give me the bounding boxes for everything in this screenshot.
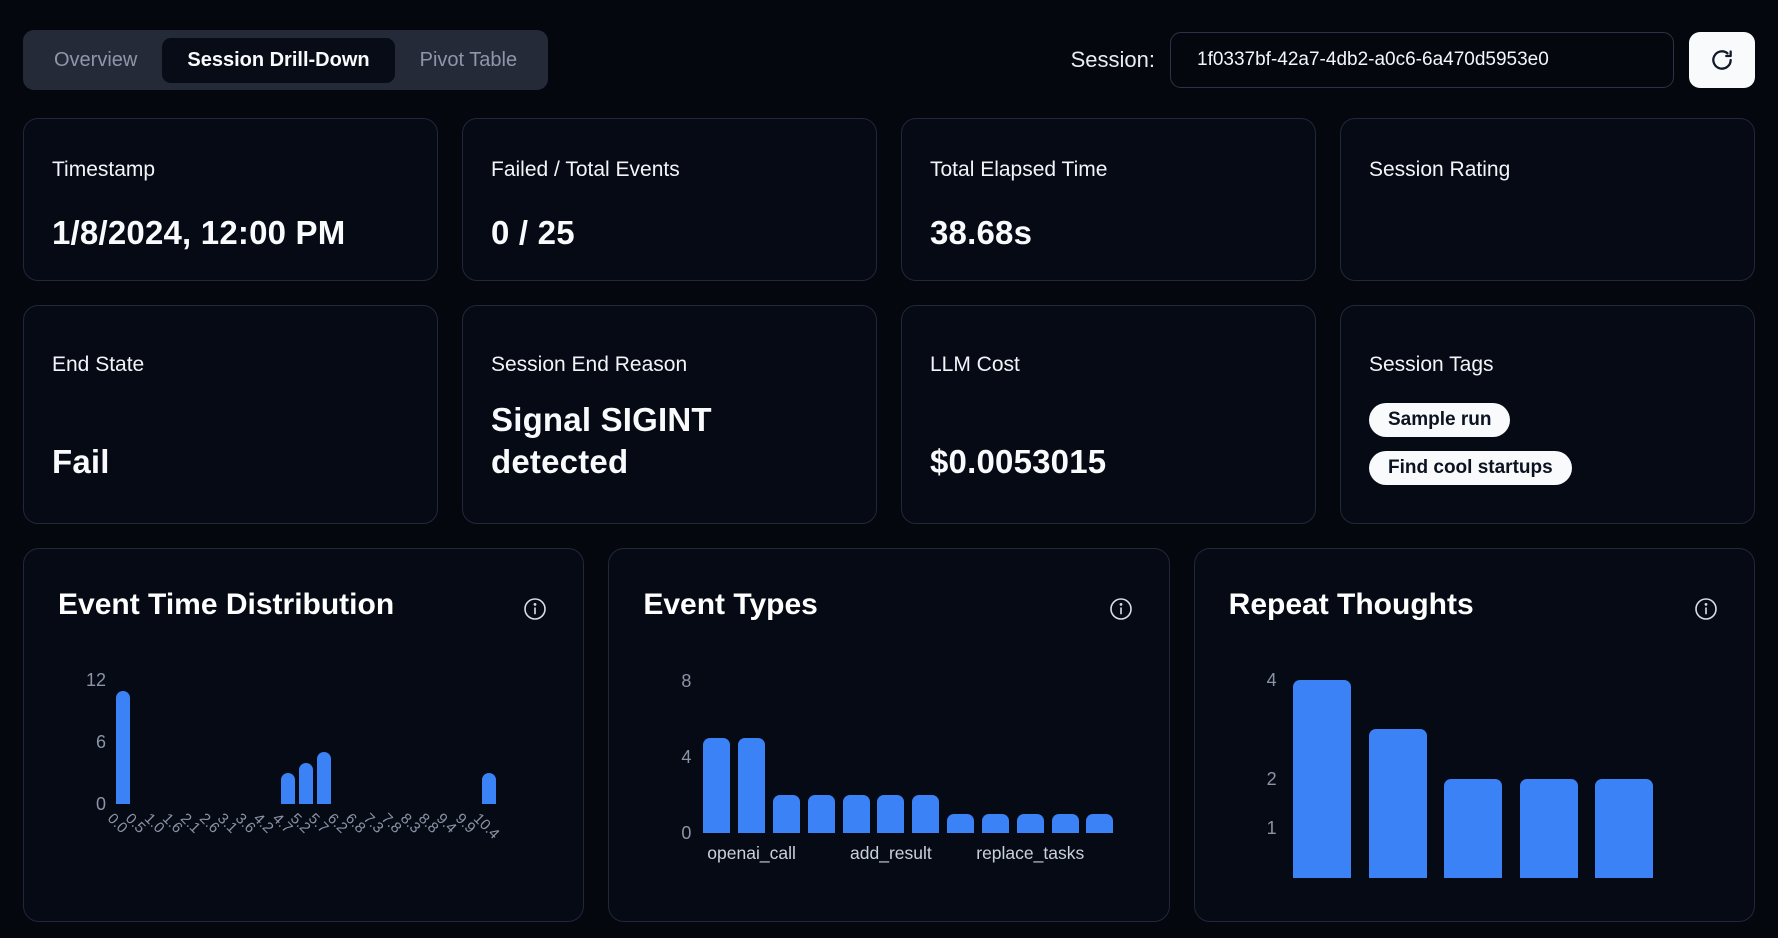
bar	[482, 773, 496, 804]
stat-card-value: Fail	[52, 441, 409, 483]
y-axis-tick-label: 2	[1231, 769, 1277, 789]
chart-card-repeat-thoughts: Repeat Thoughts 1 2 4	[1194, 548, 1755, 922]
chart-plot-area: 124	[1285, 665, 1662, 938]
session-picker: Session:	[1071, 32, 1755, 88]
stat-card-label: Session Tags	[1369, 352, 1726, 377]
stat-card-failed-total-events: Failed / Total Events 0 / 25	[462, 118, 877, 281]
stat-card-label: Failed / Total Events	[491, 157, 848, 182]
y-axis-tick-label: 0	[645, 823, 691, 843]
stat-card-session-rating: Session Rating	[1340, 118, 1755, 281]
bar	[317, 752, 331, 804]
stat-card-total-elapsed-time: Total Elapsed Time 38.68s	[901, 118, 1316, 281]
stat-card-label: End State	[52, 352, 409, 377]
y-axis-tick-label: 6	[60, 732, 106, 752]
bar	[1595, 779, 1653, 878]
y-axis-tick-label: 4	[645, 747, 691, 767]
bar	[738, 738, 765, 833]
bar	[281, 773, 295, 804]
session-id-input[interactable]	[1170, 32, 1674, 88]
chart-title: Repeat Thoughts	[1229, 585, 1720, 625]
session-drilldown-page: OverviewSession Drill-DownPivot Table Se…	[0, 0, 1778, 938]
x-axis-tick-label: replace_tasks	[976, 843, 1084, 864]
session-label: Session:	[1071, 47, 1155, 73]
stat-card-value: Signal SIGINT detected	[491, 399, 848, 483]
x-axis-tick-label: add_result	[850, 843, 932, 864]
x-axis-tick-label: 10.4	[470, 810, 503, 843]
tab-session-drill-down[interactable]: Session Drill-Down	[162, 38, 394, 83]
y-axis-tick-label: 0	[60, 794, 106, 814]
stat-card-session-end-reason: Session End Reason Signal SIGINT detected	[462, 305, 877, 524]
refresh-icon	[1709, 47, 1735, 73]
y-axis-tick-label: 1	[1231, 818, 1277, 838]
stat-cards-row-2: End State Fail Session End Reason Signal SI…	[23, 305, 1755, 524]
info-icon[interactable]	[1109, 597, 1133, 626]
chart-title: Event Types	[643, 585, 1134, 625]
bar	[947, 814, 974, 833]
charts-row: Event Time Distribution 06120.00.51.01.62…	[23, 548, 1755, 922]
stat-card-end-state: End State Fail	[23, 305, 438, 524]
bar	[982, 814, 1009, 833]
y-axis-tick-label: 4	[1231, 670, 1277, 690]
view-tabs: OverviewSession Drill-DownPivot Table	[23, 30, 548, 90]
bar	[1017, 814, 1044, 833]
bar	[116, 691, 130, 804]
session-tag: Find cool startups	[1369, 451, 1572, 485]
stat-card-llm-cost: LLM Cost $0.0053015	[901, 305, 1316, 524]
stat-card-label: Session Rating	[1369, 157, 1726, 182]
chart-card-event-time-distribution: Event Time Distribution 06120.00.51.01.62…	[23, 548, 584, 922]
stat-card-label: Session End Reason	[491, 352, 848, 377]
bar	[1520, 779, 1578, 878]
tab-pivot-table[interactable]: Pivot Table	[395, 38, 542, 83]
bar	[877, 795, 904, 833]
chart-title: Event Time Distribution	[58, 585, 549, 625]
stat-card-value: 1/8/2024, 12:00 PM	[52, 212, 409, 254]
bar	[1086, 814, 1113, 833]
stat-card-value: 0 / 25	[491, 212, 848, 254]
session-tag: Sample run	[1369, 403, 1510, 437]
bar	[1369, 729, 1427, 878]
top-bar: OverviewSession Drill-DownPivot Table Se…	[23, 30, 1755, 90]
stat-card-value: $0.0053015	[930, 441, 1287, 483]
bar	[1444, 779, 1502, 878]
stat-cards-row-1: Timestamp 1/8/2024, 12:00 PM Failed / Tota…	[23, 118, 1755, 281]
bar	[912, 795, 939, 833]
refresh-button[interactable]	[1689, 32, 1755, 88]
info-icon[interactable]	[523, 597, 547, 626]
chart-plot-area: 06120.00.51.01.62.12.63.13.64.24.75.25.7…	[114, 674, 498, 884]
stat-card-label: LLM Cost	[930, 352, 1287, 377]
tab-overview[interactable]: Overview	[29, 38, 162, 83]
bar	[299, 763, 313, 804]
y-axis-tick-label: 12	[60, 670, 106, 690]
stat-card-value: 38.68s	[930, 212, 1287, 254]
chart-plot-area: 048openai_calladd_resultreplace_tasks	[699, 673, 1117, 913]
stat-card-timestamp: Timestamp 1/8/2024, 12:00 PM	[23, 118, 438, 281]
stat-card-label: Total Elapsed Time	[930, 157, 1287, 182]
bar	[843, 795, 870, 833]
bar	[703, 738, 730, 833]
x-axis-tick-label: openai_call	[707, 843, 796, 864]
bar	[1293, 680, 1351, 878]
stat-card-label: Timestamp	[52, 157, 409, 182]
stat-card-session-tags: Session Tags Sample run Find cool startups	[1340, 305, 1755, 524]
session-tags-list: Sample run Find cool startups	[1369, 403, 1726, 485]
bar	[773, 795, 800, 833]
info-icon[interactable]	[1694, 597, 1718, 626]
chart-card-event-types: Event Types 0 4 8 openai_call add_result repla…	[608, 548, 1169, 922]
bar	[1052, 814, 1079, 833]
y-axis-tick-label: 8	[645, 671, 691, 691]
bar	[808, 795, 835, 833]
